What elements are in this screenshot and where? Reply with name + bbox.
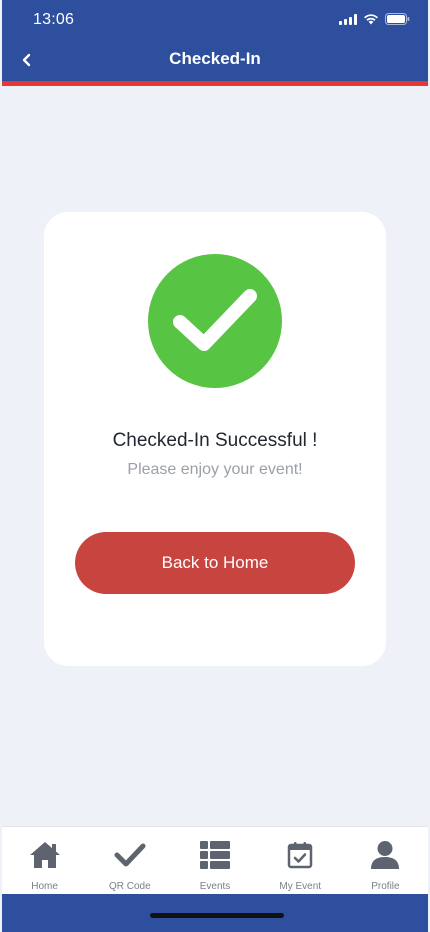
- home-indicator-area: [2, 894, 428, 932]
- header-accent-line: [2, 81, 428, 86]
- success-subtitle: Please enjoy your event!: [127, 461, 303, 478]
- check-icon: [113, 839, 147, 871]
- nav-label-events: Events: [199, 881, 231, 892]
- nav-label-profile: Profile: [371, 881, 400, 892]
- calendar-check-icon: [283, 839, 317, 871]
- person-icon: [368, 839, 402, 871]
- page-title: Checked-In: [169, 49, 261, 68]
- success-check-icon: [148, 254, 282, 388]
- home-icon: [28, 839, 62, 871]
- wifi-icon: [363, 13, 379, 25]
- status-icons: [339, 13, 410, 25]
- nav-item-profile[interactable]: Profile: [343, 827, 428, 892]
- nav-label-home: Home: [31, 881, 58, 892]
- success-title: Checked-In Successful !: [112, 430, 318, 451]
- home-indicator[interactable]: [150, 913, 284, 918]
- nav-item-home[interactable]: Home: [2, 827, 87, 892]
- top-bar: 13:06 Checked-In: [2, 0, 428, 86]
- nav-label-my-event: My Event: [279, 881, 322, 892]
- nav-item-qr-code[interactable]: QR Code: [87, 827, 172, 892]
- status-time: 13:06: [33, 11, 75, 28]
- nav-item-events[interactable]: Events: [172, 827, 257, 892]
- nav-item-my-event[interactable]: My Event: [258, 827, 343, 892]
- checkin-success-card: Checked-In Successful ! Please enjoy you…: [44, 212, 386, 666]
- signal-icon: [339, 13, 357, 25]
- back-to-home-button[interactable]: Back to Home: [75, 532, 355, 594]
- battery-icon: [385, 13, 410, 25]
- nav-label-qr-code: QR Code: [108, 881, 151, 892]
- list-icon: [198, 839, 232, 871]
- app-screen: 13:06 Checked-In Checked-In Successful !…: [0, 0, 430, 932]
- bottom-nav: Home QR Code Events My Event Profile: [2, 826, 428, 894]
